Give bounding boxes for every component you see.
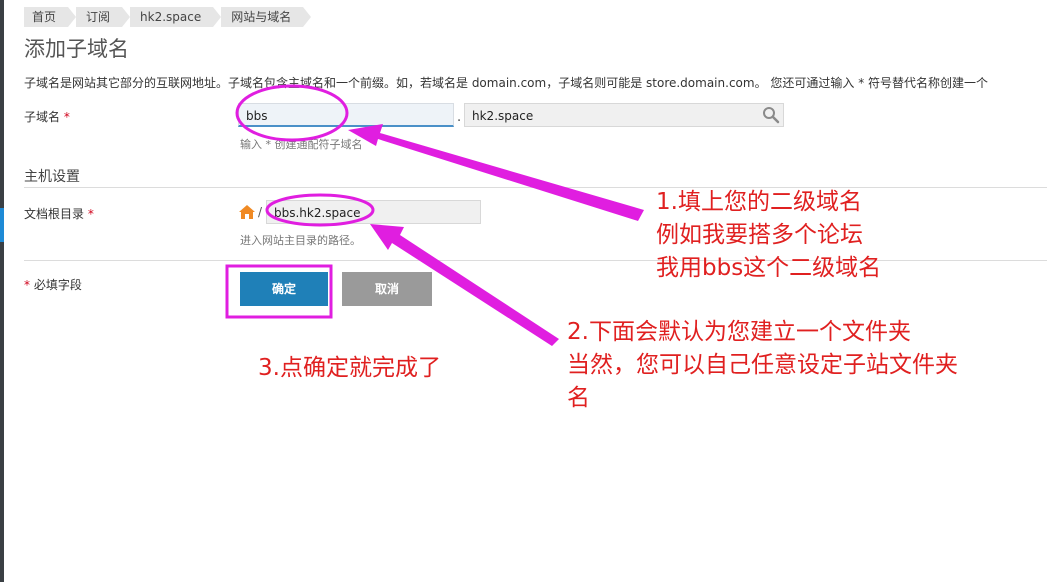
annotation-note-1-line-3: 我用bbs这个二级域名 — [656, 255, 882, 281]
ok-button-highlight-box — [225, 264, 333, 319]
annotation-note-2: 2.下面会默认为您建立一个文件夹 当然，您可以自己任意设定子站文件夹 名 — [567, 316, 958, 415]
annotation-note-1: 1.填上您的二级域名 例如我要搭多个论坛 我用bbs这个二级域名 — [656, 186, 881, 285]
doc-root-highlight-ellipse — [265, 193, 375, 227]
subdomain-highlight-ellipse — [235, 84, 349, 142]
annotation-note-1-line-1: 1.填上您的二级域名 — [656, 189, 862, 215]
arrow-to-doc-root — [370, 224, 559, 346]
arrow-to-subdomain — [348, 124, 644, 221]
annotation-note-3: 3.点确定就完成了 — [258, 355, 441, 381]
annotation-note-2-line-2: 当然，您可以自己任意设定子站文件夹 — [567, 352, 958, 378]
annotation-overlay — [225, 84, 644, 346]
annotation-note-2-line-1: 2.下面会默认为您建立一个文件夹 — [567, 319, 911, 345]
annotation-note-2-line-3: 名 — [567, 385, 590, 411]
annotation-note-1-line-2: 例如我要搭多个论坛 — [656, 222, 863, 248]
